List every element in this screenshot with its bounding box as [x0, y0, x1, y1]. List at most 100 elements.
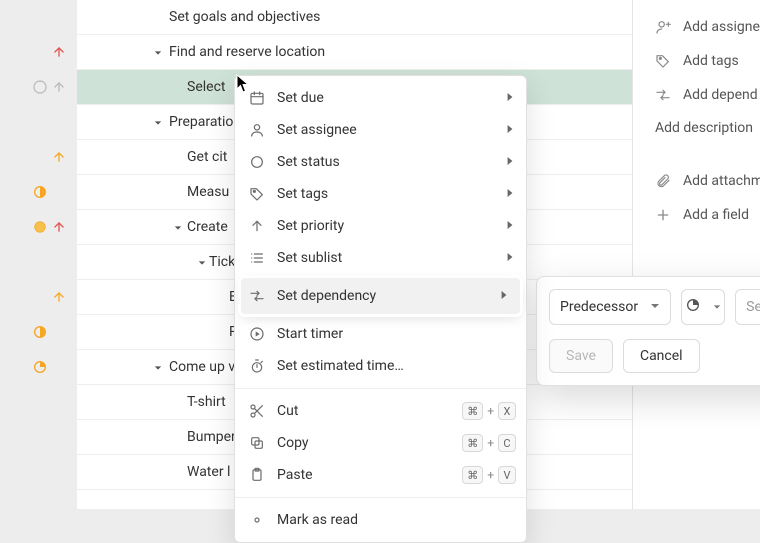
task-label: T-shirt	[187, 394, 226, 410]
status-half-icon[interactable]	[20, 175, 60, 209]
list-icon	[249, 250, 265, 266]
menu-item-label: Cut	[277, 403, 298, 419]
priority-up-icon	[47, 70, 71, 104]
menu-item-label: Mark as read	[277, 512, 358, 528]
menu-separator	[235, 388, 526, 389]
priority-up-icon	[47, 280, 71, 314]
circle-icon	[249, 154, 265, 170]
menu-item-label: Set estimated time…	[277, 358, 404, 374]
side-item-label: Add a field	[683, 207, 749, 223]
side-item-label: Add description	[655, 120, 753, 136]
menu-set-assignee[interactable]: Set assignee	[235, 114, 526, 146]
detail-side-panel: Add assigne Add tags Add depend Add desc…	[632, 0, 760, 509]
stopwatch-icon	[249, 358, 265, 374]
task-row[interactable]: Find and reserve location	[77, 35, 632, 70]
menu-set-estimated[interactable]: Set estimated time…	[235, 350, 526, 382]
side-item-label: Add attachm	[683, 173, 760, 189]
menu-set-tags[interactable]: Set tags	[235, 178, 526, 210]
task-label: Water l	[187, 464, 230, 480]
dot-icon	[249, 512, 265, 528]
menu-set-priority[interactable]: Set priority	[235, 210, 526, 242]
calendar-icon	[249, 90, 265, 106]
clipboard-icon	[249, 467, 265, 483]
menu-set-status[interactable]: Set status	[235, 146, 526, 178]
menu-set-due[interactable]: Set due	[235, 82, 526, 114]
menu-item-label: Copy	[277, 435, 309, 451]
task-label: Create	[187, 219, 228, 235]
task-label: Set goals and objectives	[169, 9, 320, 25]
caret-down-icon[interactable]	[153, 363, 163, 373]
cancel-button[interactable]: Cancel	[623, 339, 700, 373]
chevron-right-icon	[506, 122, 514, 138]
menu-separator	[235, 497, 526, 498]
add-tags-button[interactable]: Add tags	[655, 44, 760, 78]
status-half-icon[interactable]	[20, 315, 60, 349]
menu-item-label: Set due	[277, 90, 324, 106]
placeholder-text: Sele	[746, 299, 760, 315]
menu-item-label: Set tags	[277, 186, 328, 202]
caret-down-icon[interactable]	[173, 223, 183, 233]
menu-item-label: Set assignee	[277, 122, 357, 138]
menu-set-sublist[interactable]: Set sublist	[235, 242, 526, 274]
task-label: Tick	[209, 254, 235, 270]
dependency-status-select[interactable]	[681, 289, 725, 325]
dependency-type-select[interactable]: Predecessor	[549, 289, 671, 325]
chevron-right-icon	[506, 218, 514, 234]
shortcut: ⌘ + X	[462, 402, 516, 420]
menu-item-label: Set priority	[277, 218, 344, 234]
copy-icon	[249, 435, 265, 451]
chevron-right-icon	[506, 154, 514, 170]
pie-icon	[685, 297, 701, 317]
task-label: Measu	[187, 184, 229, 200]
caret-down-icon	[713, 299, 721, 315]
context-menu: Set due Set assignee Set status Set tags	[234, 75, 527, 543]
chevron-right-icon	[506, 90, 514, 106]
menu-cut[interactable]: Cut ⌘ + X	[235, 395, 526, 427]
menu-item-label: Set sublist	[277, 250, 342, 266]
save-button[interactable]: Save	[549, 339, 613, 373]
user-plus-icon	[655, 19, 671, 35]
caret-down-icon[interactable]	[197, 258, 207, 268]
task-label: Find and reserve location	[169, 44, 325, 60]
caret-down-icon[interactable]	[153, 48, 163, 58]
add-field-button[interactable]: Add a field	[655, 198, 760, 232]
chevron-right-icon	[500, 288, 508, 304]
arrow-up-icon	[249, 218, 265, 234]
dependency-search-input[interactable]: Sele	[735, 289, 760, 325]
plus-icon	[655, 207, 671, 223]
menu-start-timer[interactable]: Start timer	[235, 318, 526, 350]
add-description-button[interactable]: Add description	[655, 120, 760, 136]
task-label: Come up v	[169, 359, 235, 375]
caret-down-icon[interactable]	[153, 118, 163, 128]
menu-item-label: Start timer	[277, 326, 343, 342]
side-item-label: Add depend	[683, 87, 758, 103]
paperclip-icon	[655, 173, 671, 189]
side-item-label: Add assigne	[683, 19, 760, 35]
chevron-right-icon	[506, 250, 514, 266]
caret-down-icon	[650, 299, 660, 315]
status-quarter-icon[interactable]	[20, 350, 60, 384]
add-assignee-button[interactable]: Add assigne	[655, 10, 760, 44]
shortcut: ⌘ + V	[462, 466, 516, 484]
user-icon	[249, 122, 265, 138]
side-item-label: Add tags	[683, 53, 739, 69]
play-icon	[249, 326, 265, 342]
menu-paste[interactable]: Paste ⌘ + V	[235, 459, 526, 491]
task-row[interactable]: Set goals and objectives	[77, 0, 632, 35]
add-dependency-button[interactable]: Add depend	[655, 78, 760, 112]
task-label: Get cit	[187, 149, 227, 165]
priority-up-icon	[47, 210, 71, 244]
menu-copy[interactable]: Copy ⌘ + C	[235, 427, 526, 459]
dependency-icon	[655, 87, 671, 103]
dependency-popover: Predecessor Sele Save Cancel	[536, 276, 760, 386]
menu-item-label: Set status	[277, 154, 340, 170]
shortcut: ⌘ + C	[462, 434, 516, 452]
tag-icon	[655, 53, 671, 69]
priority-up-icon	[47, 140, 71, 174]
add-attachment-button[interactable]: Add attachm	[655, 164, 760, 198]
menu-set-dependency[interactable]: Set dependency	[241, 278, 520, 314]
tag-icon	[249, 186, 265, 202]
task-label: Select	[187, 79, 225, 95]
task-label: Bumper	[187, 429, 236, 445]
task-label: Preparatio	[169, 114, 233, 130]
